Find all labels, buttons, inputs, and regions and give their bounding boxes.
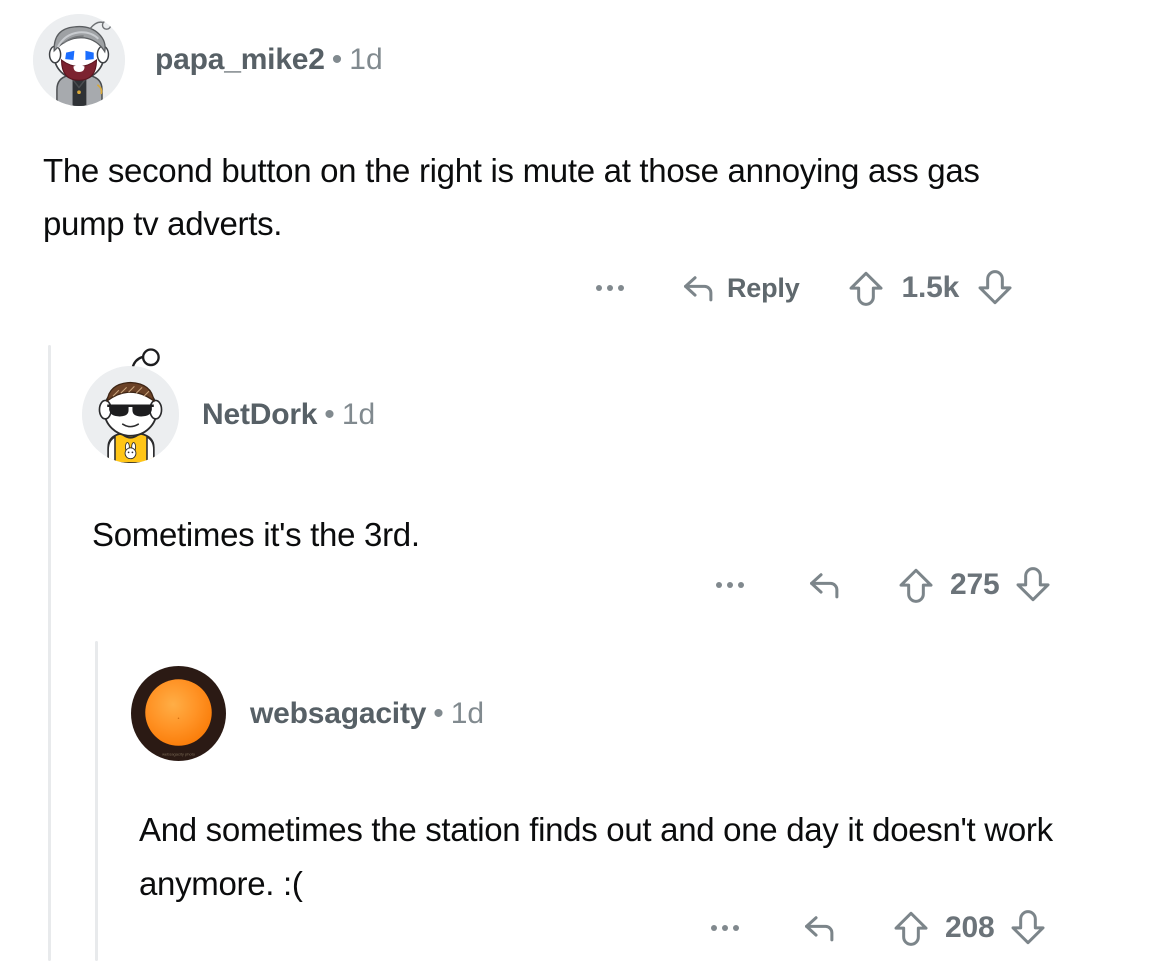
comment-timestamp: 1d (349, 43, 383, 76)
comment-header: papa_mike2 • 1d (33, 14, 1153, 106)
vote-group: 275 (896, 565, 1053, 605)
comment-username[interactable]: papa_mike2 (155, 43, 325, 77)
comment-item: NetDork • 1d Sometimes it's the 3rd. (82, 348, 1152, 560)
comment-username[interactable]: NetDork (202, 398, 317, 432)
more-options-button[interactable] (716, 582, 744, 588)
comment-body: And sometimes the station finds out and … (139, 811, 1053, 902)
reply-button[interactable] (801, 909, 839, 947)
reply-label: Reply (727, 272, 800, 303)
comment-header: NetDork • 1d (82, 348, 1152, 463)
upvote-icon[interactable] (891, 908, 931, 948)
upvote-icon[interactable] (896, 565, 936, 605)
byline-separator: • (331, 43, 343, 76)
sun-photo-avatar-websagacity[interactable]: websagacity photo (131, 666, 226, 761)
reply-button[interactable]: Reply (680, 269, 800, 307)
downvote-icon[interactable] (975, 268, 1015, 308)
vote-count: 1.5k (901, 271, 960, 304)
comment-item: papa_mike2 • 1d The second button on the… (33, 14, 1153, 250)
snoo-avatar-papa-mike2[interactable] (33, 14, 125, 106)
comment-body: Sometimes it's the 3rd. (92, 516, 420, 553)
comment-item: websagacity photo websagacity • 1d And s… (131, 666, 1151, 911)
more-options-button[interactable] (596, 285, 624, 291)
svg-text:websagacity photo: websagacity photo (162, 751, 196, 756)
comment-timestamp: 1d (450, 696, 485, 730)
comment-header: websagacity photo websagacity • 1d (131, 666, 1151, 761)
vote-group: 1.5k (846, 268, 1016, 308)
upvote-icon[interactable] (846, 268, 886, 308)
comment-action-bar: Reply 1.5k (596, 268, 1015, 308)
comment-byline: papa_mike2 • 1d (155, 43, 383, 77)
thread-rail-depth-1[interactable] (48, 345, 51, 961)
comment-byline: NetDork • 1d (202, 398, 375, 432)
reply-button[interactable] (806, 566, 844, 604)
downvote-icon[interactable] (1013, 565, 1053, 605)
vote-count: 275 (950, 568, 1000, 601)
byline-separator: • (324, 397, 335, 431)
comment-byline: websagacity • 1d (250, 697, 484, 731)
downvote-icon[interactable] (1008, 908, 1048, 948)
snoo-avatar-netdork[interactable] (82, 348, 179, 463)
reply-arrow-icon (684, 276, 713, 302)
comment-username[interactable]: websagacity (250, 697, 426, 731)
comment-timestamp: 1d (341, 397, 376, 431)
reply-arrow-icon (805, 916, 834, 942)
comment-body: The second button on the right is mute a… (43, 152, 980, 242)
more-options-button[interactable] (711, 925, 739, 931)
comment-action-bar: 275 (716, 565, 1053, 605)
byline-separator: • (433, 696, 444, 730)
comment-thread: papa_mike2 • 1d The second button on the… (0, 0, 1170, 961)
vote-group: 208 (891, 908, 1048, 948)
comment-action-bar: 208 (711, 908, 1048, 948)
reply-arrow-icon (810, 573, 839, 599)
thread-rail-depth-2[interactable] (95, 641, 98, 961)
vote-count: 208 (945, 911, 995, 944)
